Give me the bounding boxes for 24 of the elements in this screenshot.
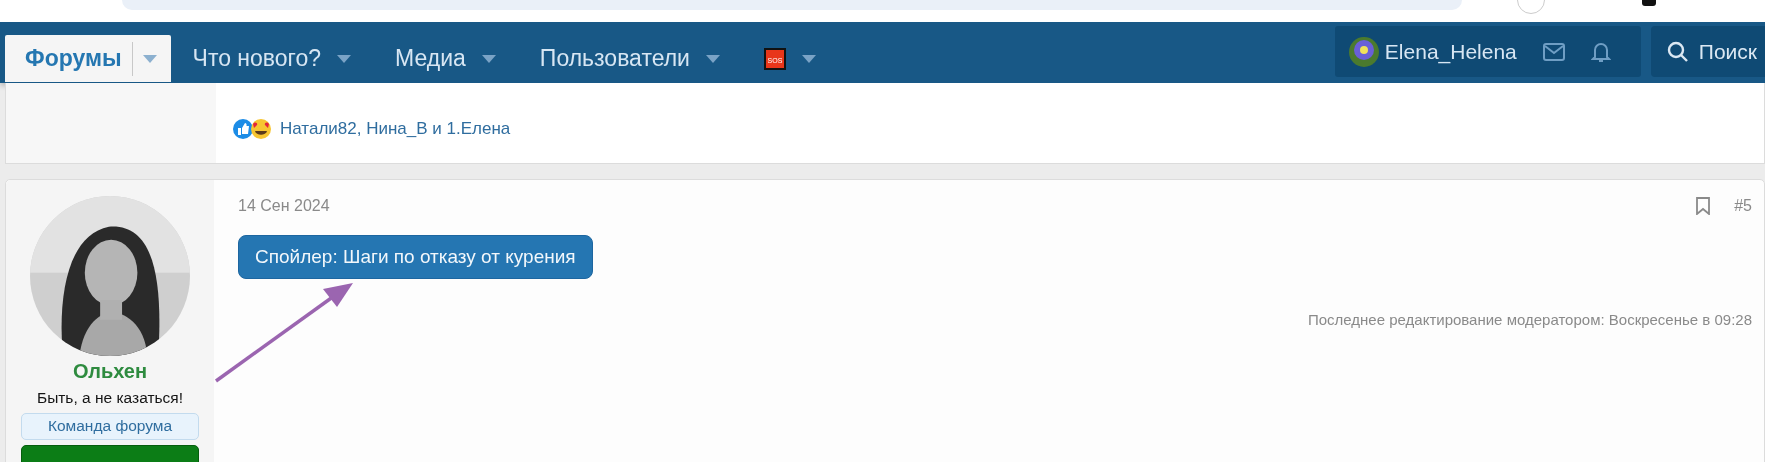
user-badge: Команда форума [21,413,199,440]
edit-note: Последнее редактирование модератором: Воскресенье в 09:28 [1307,311,1752,328]
bookmark-icon[interactable] [1696,197,1711,215]
username-link[interactable]: Elena_Helena [1384,39,1517,64]
caret-icon[interactable] [337,54,352,63]
caret-icon[interactable] [801,54,816,63]
reaction-list-link[interactable]: Натали82, Нина_В и 1.Елена [280,119,511,139]
user-title: Быть, а не казаться! [36,389,184,407]
search-icon [1666,40,1689,63]
bell-icon[interactable] [1590,40,1611,63]
avatar-icon[interactable] [1348,36,1379,67]
post-number-link[interactable]: #5 [1734,197,1752,215]
nav-tab[interactable]: Пользователи [517,35,742,82]
spoiler-button[interactable]: Спойлер: Шаги по отказу от курения [238,235,593,279]
search-button[interactable]: Поиск [1650,26,1765,77]
nav-tab[interactable]: Медиа [373,35,518,82]
caret-icon[interactable] [481,54,496,63]
nav-tab[interactable]: Форумы [5,35,171,82]
caret-icon[interactable] [705,54,720,63]
author-name[interactable]: Ольхен [72,360,148,383]
nav-tab[interactable]: Что нового? [170,35,374,82]
caret-icon[interactable] [142,54,157,63]
mail-icon[interactable] [1542,42,1565,61]
post-date[interactable]: 14 Сен 2024 [238,197,330,215]
